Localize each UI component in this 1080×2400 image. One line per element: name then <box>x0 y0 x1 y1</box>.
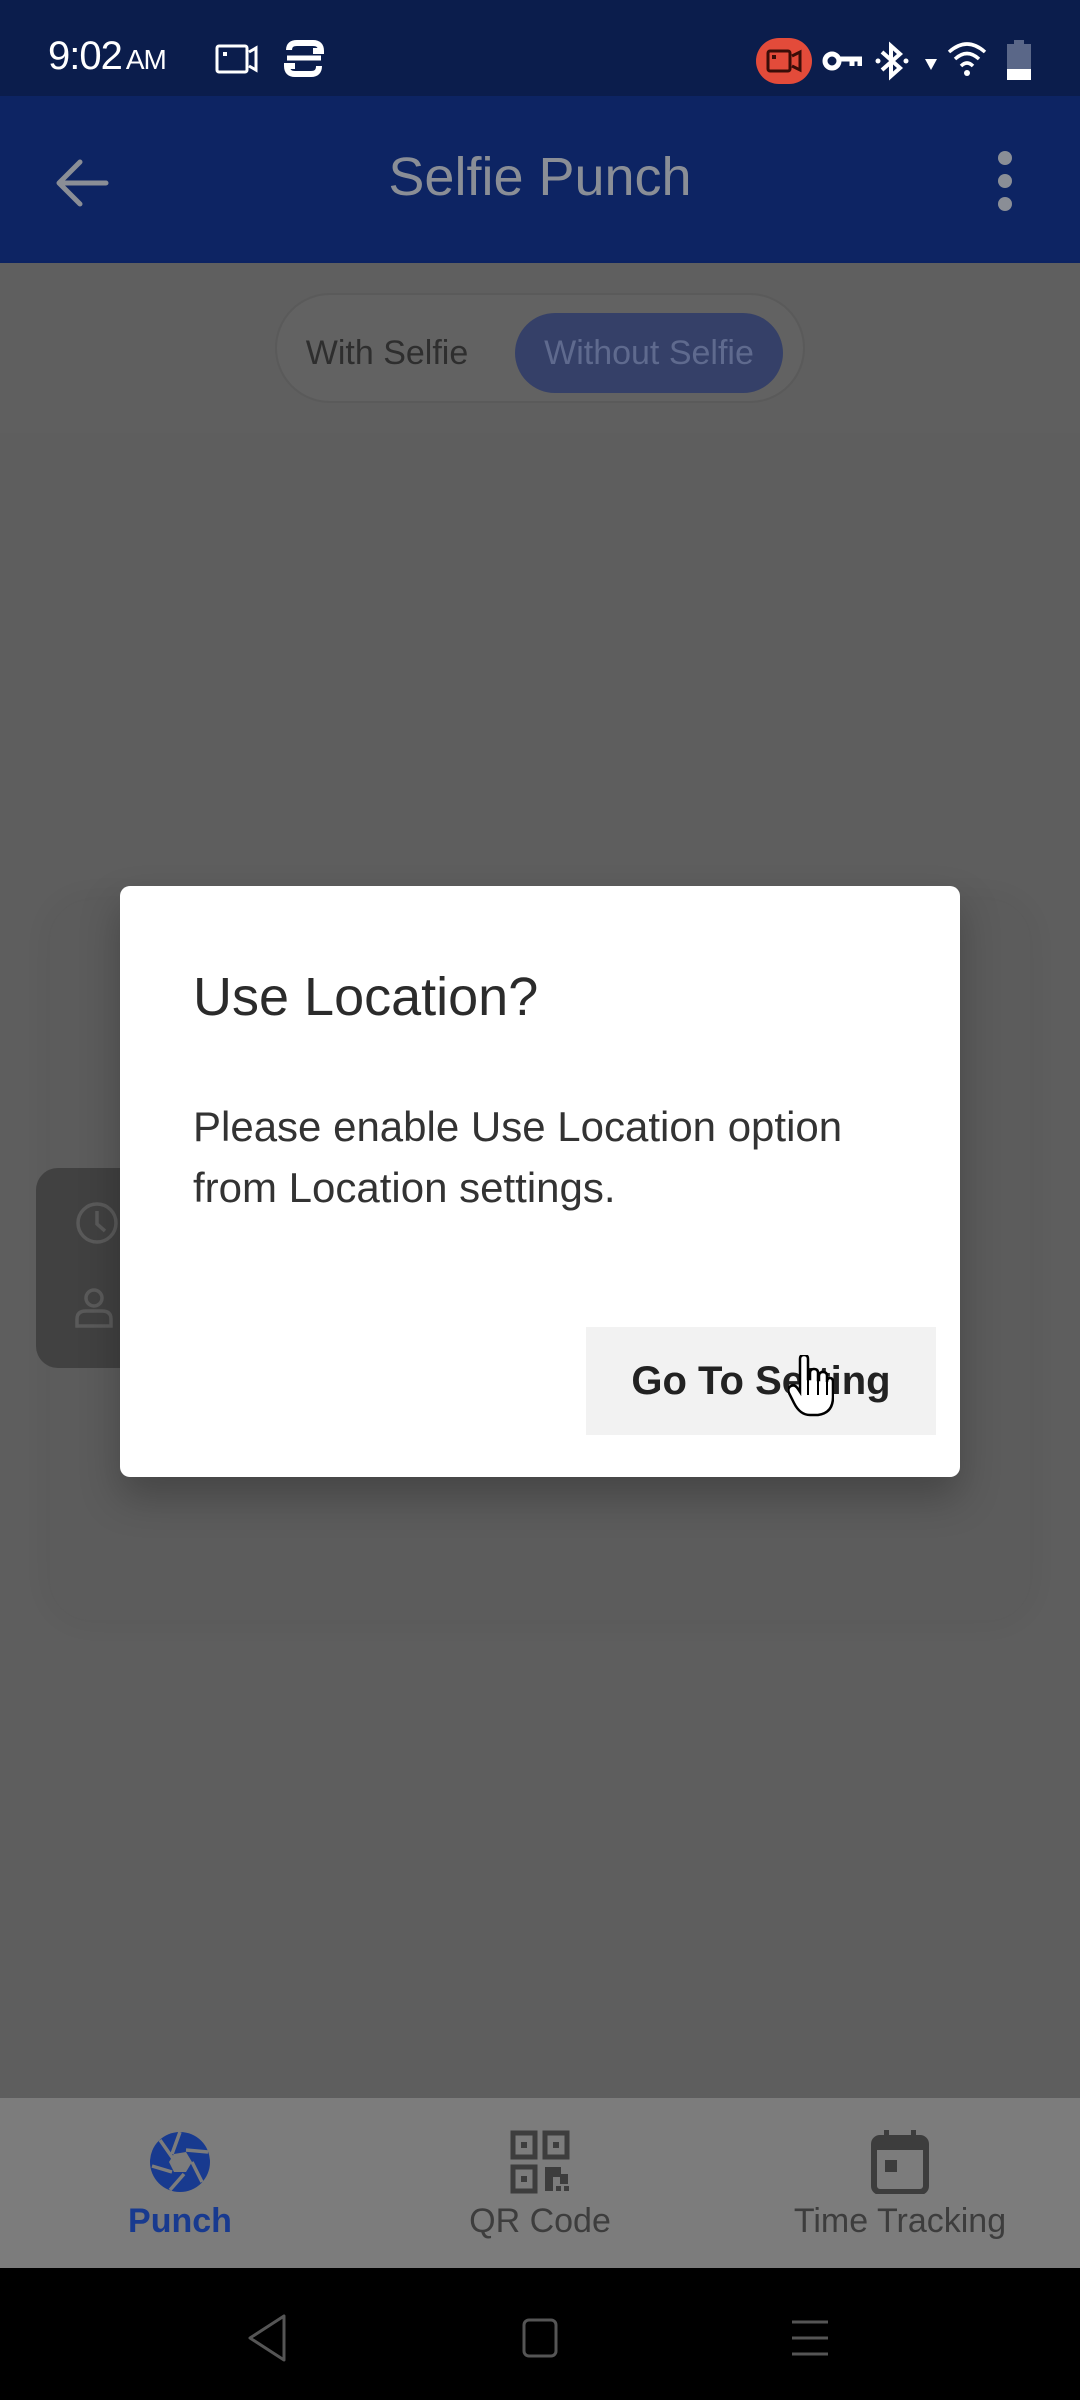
status-time: 9:02 AM <box>48 34 167 79</box>
hand-cursor-icon <box>788 1355 834 1417</box>
triangle-back-icon <box>248 2314 286 2362</box>
nav-item-qr-code[interactable]: QR Code <box>360 2098 720 2268</box>
vpn-key-icon <box>822 51 862 71</box>
menu-recents-icon <box>792 2320 828 2356</box>
person-icon <box>75 1288 113 1328</box>
toggle-with-selfie[interactable]: With Selfie <box>297 313 477 393</box>
more-options-button[interactable] <box>990 146 1020 216</box>
bluetooth-icon <box>875 41 909 81</box>
system-recents-button[interactable] <box>780 2308 840 2368</box>
nav-label-qr-code: QR Code <box>469 2202 611 2240</box>
square-home-icon <box>522 2318 558 2358</box>
wifi-icon <box>947 42 987 76</box>
toggle-without-selfie[interactable]: Without Selfie <box>515 313 783 393</box>
page-title: Selfie Punch <box>388 147 692 207</box>
nav-item-punch[interactable]: Punch <box>0 2098 360 2268</box>
recording-badge <box>756 38 812 84</box>
app-bar: Selfie Punch <box>0 96 1080 263</box>
nav-label-punch: Punch <box>128 2202 232 2240</box>
calendar-icon <box>871 2130 929 2194</box>
dialog-message: Please enable Use Location option from L… <box>193 1103 843 1211</box>
system-back-button[interactable] <box>236 2308 296 2368</box>
more-vertical-icon <box>998 151 1012 211</box>
data-arrow-icon <box>925 59 937 70</box>
camera-aperture-icon <box>150 2131 210 2192</box>
status-time-value: 9:02 <box>48 34 123 78</box>
status-bar: 9:02 AM <box>0 0 1080 96</box>
punch-mode-toggle-area: With Selfie Without Selfie <box>0 263 1080 433</box>
nav-item-time-tracking[interactable]: Time Tracking <box>720 2098 1080 2268</box>
system-nav-bar <box>0 2268 1080 2400</box>
sync-icon <box>283 40 325 77</box>
nav-label-time-tracking: Time Tracking <box>793 2202 1007 2240</box>
qr-code-icon <box>510 2130 570 2194</box>
clock-icon <box>76 1202 118 1244</box>
battery-icon <box>1007 40 1031 80</box>
recording-badge-icon <box>766 49 802 73</box>
dialog-title: Use Location? <box>193 967 539 1027</box>
location-dialog: Use Location? Please enable Use Location… <box>120 886 960 1477</box>
system-home-button[interactable] <box>510 2308 570 2368</box>
go-to-setting-button[interactable]: Go To Setting <box>586 1327 936 1435</box>
punch-mode-toggle: With Selfie Without Selfie <box>275 293 805 403</box>
bottom-nav: Punch QR Code Time Tracking <box>0 2098 1080 2268</box>
status-time-ampm: AM <box>125 44 167 75</box>
screen-record-icon <box>215 44 258 74</box>
